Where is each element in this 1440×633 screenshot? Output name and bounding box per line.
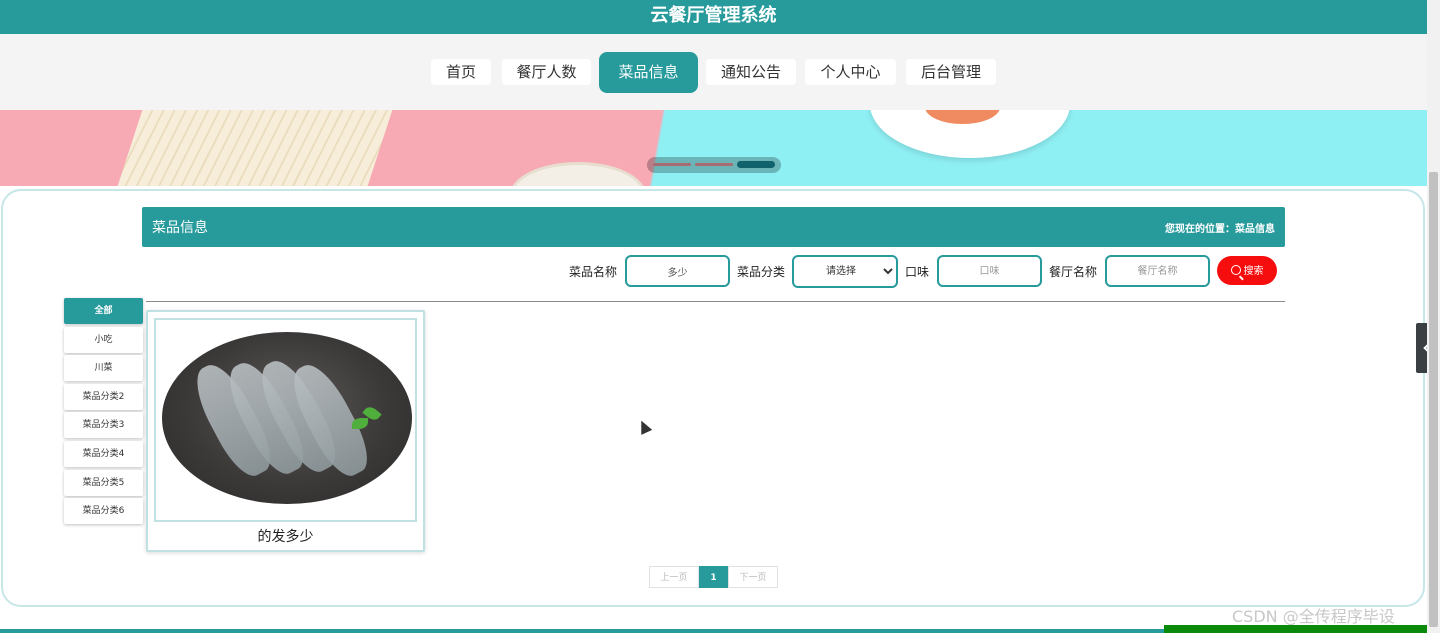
category-item[interactable]: 菜品分类5 bbox=[64, 469, 143, 496]
search-icon bbox=[1230, 265, 1241, 275]
category-item[interactable]: 菜品分类6 bbox=[64, 498, 143, 525]
dish-card[interactable]: 的发多少 bbox=[146, 310, 425, 552]
watermark: CSDN @全传程序毕设 bbox=[1232, 607, 1395, 626]
category-item[interactable]: 菜品分类2 bbox=[64, 383, 143, 410]
category-item-all[interactable]: 全部 bbox=[64, 298, 143, 324]
category-item[interactable]: 菜品分类4 bbox=[64, 440, 143, 467]
nav-diners[interactable]: 餐厅人数 bbox=[502, 59, 591, 85]
category-select[interactable]: 请选择 bbox=[792, 255, 898, 288]
banner-noodles-image bbox=[117, 110, 393, 186]
category-label: 菜品分类 bbox=[737, 265, 786, 279]
pagination: 上一页 1 下一页 bbox=[649, 566, 778, 588]
restaurant-label: 餐厅名称 bbox=[1049, 265, 1098, 279]
banner-carousel[interactable] bbox=[0, 110, 1427, 186]
category-item[interactable]: 川菜 bbox=[64, 355, 143, 382]
nav-home[interactable]: 首页 bbox=[431, 59, 491, 85]
nav-profile[interactable]: 个人中心 bbox=[805, 59, 896, 85]
nav-dishes[interactable]: 菜品信息 bbox=[599, 52, 698, 93]
section-header: 菜品信息 您现在的位置：菜品信息 bbox=[142, 207, 1285, 247]
main-nav: 首页 餐厅人数 菜品信息 通知公告 个人中心 后台管理 bbox=[0, 34, 1427, 110]
carousel-dot[interactable] bbox=[695, 163, 733, 166]
dish-image[interactable] bbox=[154, 318, 417, 522]
search-button[interactable]: 搜索 bbox=[1217, 256, 1277, 285]
carousel-dot[interactable] bbox=[653, 163, 691, 166]
breadcrumb: 您现在的位置：菜品信息 bbox=[1165, 224, 1275, 235]
nav-admin[interactable]: 后台管理 bbox=[906, 59, 996, 85]
dish-name-input[interactable] bbox=[625, 255, 730, 287]
dish-name-label: 菜品名称 bbox=[569, 265, 618, 279]
scrollbar-thumb[interactable] bbox=[1429, 172, 1438, 627]
carousel-indicators bbox=[647, 157, 781, 173]
carousel-dot-active[interactable] bbox=[737, 161, 775, 168]
search-button-label: 搜索 bbox=[1243, 266, 1264, 277]
dish-name[interactable]: 的发多少 bbox=[148, 526, 423, 546]
page-scrollbar[interactable] bbox=[1427, 0, 1440, 633]
restaurant-input[interactable] bbox=[1105, 255, 1210, 287]
page-number-button[interactable]: 1 bbox=[699, 566, 728, 588]
nav-notices[interactable]: 通知公告 bbox=[706, 59, 796, 85]
taste-input[interactable] bbox=[937, 255, 1042, 287]
category-item[interactable]: 小吃 bbox=[64, 326, 143, 353]
filter-divider bbox=[146, 301, 1285, 302]
banner-bowl-image bbox=[510, 162, 646, 186]
section-title: 菜品信息 bbox=[152, 220, 208, 236]
category-item[interactable]: 菜品分类3 bbox=[64, 412, 143, 439]
category-sidebar: 全部 小吃 川菜 菜品分类2 菜品分类3 菜品分类4 菜品分类5 菜品分类6 bbox=[64, 298, 143, 527]
next-page-button[interactable]: 下一页 bbox=[728, 566, 778, 588]
app-title: 云餐厅管理系统 bbox=[0, 0, 1427, 34]
prev-page-button[interactable]: 上一页 bbox=[649, 566, 699, 588]
taste-label: 口味 bbox=[905, 265, 930, 279]
